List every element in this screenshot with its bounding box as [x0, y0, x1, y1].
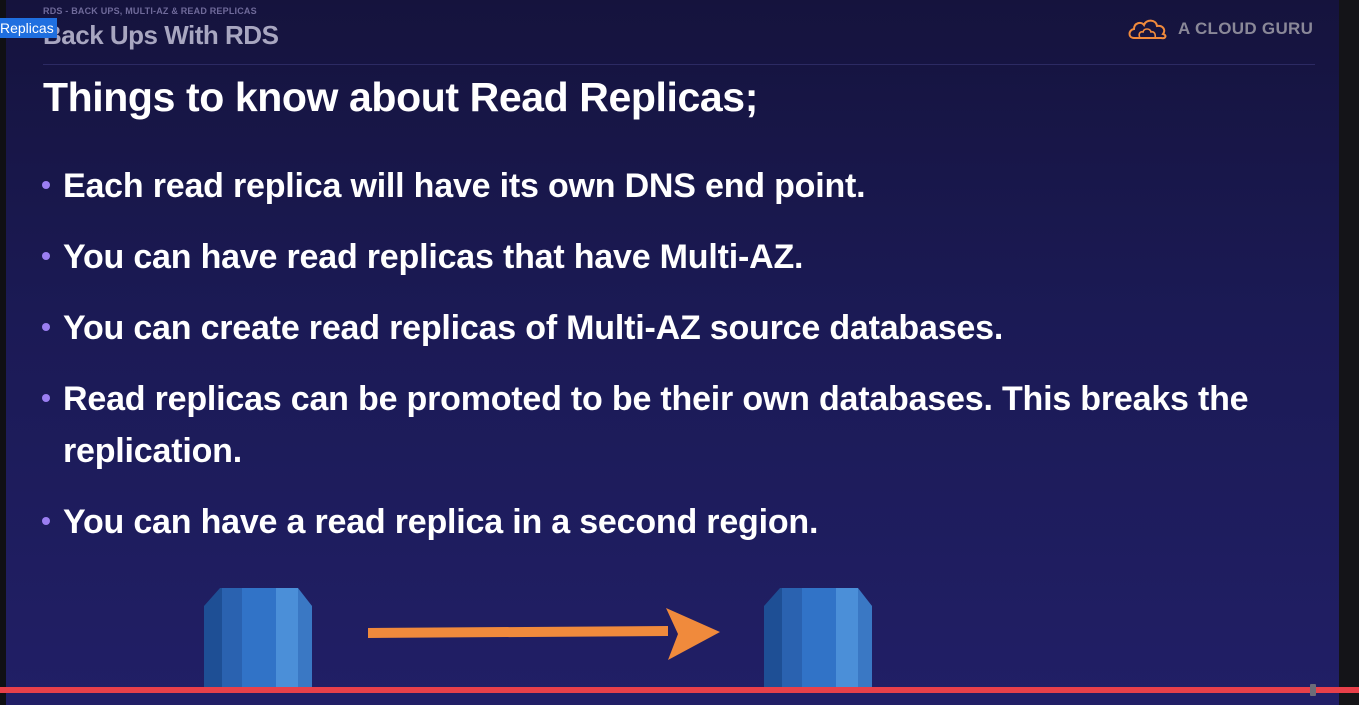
right-edge — [1339, 0, 1359, 705]
bullet-text: You can create read replicas of Multi-AZ… — [63, 309, 1004, 347]
bullet-dot-icon — [42, 394, 50, 402]
bullet-item: You can have a read replica in a second … — [40, 496, 1330, 548]
slide-heading: Things to know about Read Replicas; — [43, 74, 758, 120]
bullet-dot-icon — [42, 252, 50, 260]
bullet-dot-icon — [42, 181, 50, 189]
bullet-dot-icon — [42, 323, 50, 331]
arrow-right-icon — [368, 608, 720, 660]
bullet-item: You can have read replicas that have Mul… — [40, 231, 1330, 283]
brand-name: A CLOUD GURU — [1178, 19, 1314, 38]
bullet-dot-icon — [42, 517, 50, 525]
slide: RDS - BACK UPS, MULTI-AZ & READ REPLICAS… — [6, 0, 1339, 705]
bullet-text: Each read replica will have its own DNS … — [63, 167, 866, 205]
header-divider — [43, 64, 1315, 65]
bullet-text: Read replicas can be promoted to be thei… — [63, 380, 1249, 470]
rds-database-icon — [204, 588, 312, 692]
section-title: Back Ups With RDS — [43, 20, 279, 50]
breadcrumb: RDS - BACK UPS, MULTI-AZ & READ REPLICAS — [43, 6, 257, 16]
chapter-tag: Replicas — [0, 18, 57, 38]
bullet-item: Read replicas can be promoted to be thei… — [40, 373, 1330, 477]
progress-bar[interactable] — [0, 687, 1359, 693]
cloud-logo-icon — [1128, 19, 1167, 40]
bullet-text: You can have a read replica in a second … — [63, 503, 819, 541]
bullet-item: Each read replica will have its own DNS … — [40, 160, 1330, 212]
progress-handle[interactable] — [1310, 684, 1316, 696]
rds-database-icon — [764, 588, 872, 692]
bullet-list: Each read replica will have its own DNS … — [40, 160, 1330, 567]
brand-logo: A CLOUD GURU — [1126, 14, 1313, 44]
bullet-item: You can create read replicas of Multi-AZ… — [40, 302, 1330, 354]
bullet-text: You can have read replicas that have Mul… — [63, 238, 804, 276]
